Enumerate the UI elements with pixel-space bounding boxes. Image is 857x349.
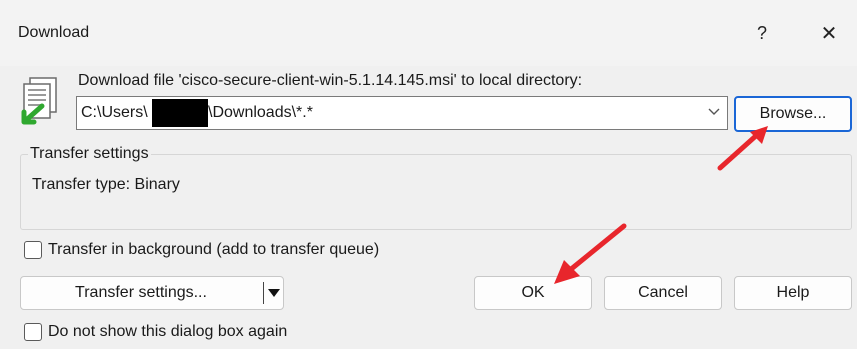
transfer-background-checkbox-row[interactable]: Transfer in background (add to transfer … [24, 241, 379, 259]
path-suffix: \Downloads\*.* [208, 104, 313, 121]
do-not-show-label: Do not show this dialog box again [48, 323, 288, 340]
download-file-icon [21, 77, 57, 125]
browse-button[interactable]: Browse... [734, 96, 852, 132]
help-button[interactable]: Help [734, 276, 852, 310]
do-not-show-checkbox-row[interactable]: Do not show this dialog box again [24, 323, 287, 341]
path-prefix: C:\Users\ [81, 104, 148, 121]
local-directory-combobox[interactable]: C:\Users\ \Downloads\*.* [76, 96, 728, 130]
do-not-show-checkbox[interactable] [24, 323, 42, 341]
window-title: Download [18, 24, 90, 41]
transfer-settings-split-button[interactable]: Transfer settings... [20, 276, 284, 310]
transfer-settings-legend: Transfer settings [28, 145, 151, 163]
transfer-background-checkbox[interactable] [24, 241, 42, 259]
transfer-type-text: Transfer type: Binary [32, 176, 180, 193]
cancel-button[interactable]: Cancel [604, 276, 722, 310]
ok-button[interactable]: OK [474, 276, 592, 310]
redacted-username [152, 99, 208, 127]
split-separator [263, 282, 264, 304]
chevron-down-icon[interactable] [707, 104, 721, 118]
transfer-background-label: Transfer in background (add to transfer … [48, 241, 380, 258]
transfer-settings-button[interactable]: Transfer settings... [21, 277, 261, 309]
close-icon[interactable]: ✕ [806, 14, 852, 52]
dropdown-arrow-icon[interactable] [265, 277, 283, 309]
download-target-label: Download file 'cisco-secure-client-win-5… [78, 72, 583, 89]
help-icon[interactable]: ? [739, 14, 785, 52]
title-bar: Download ? ✕ [0, 0, 857, 66]
